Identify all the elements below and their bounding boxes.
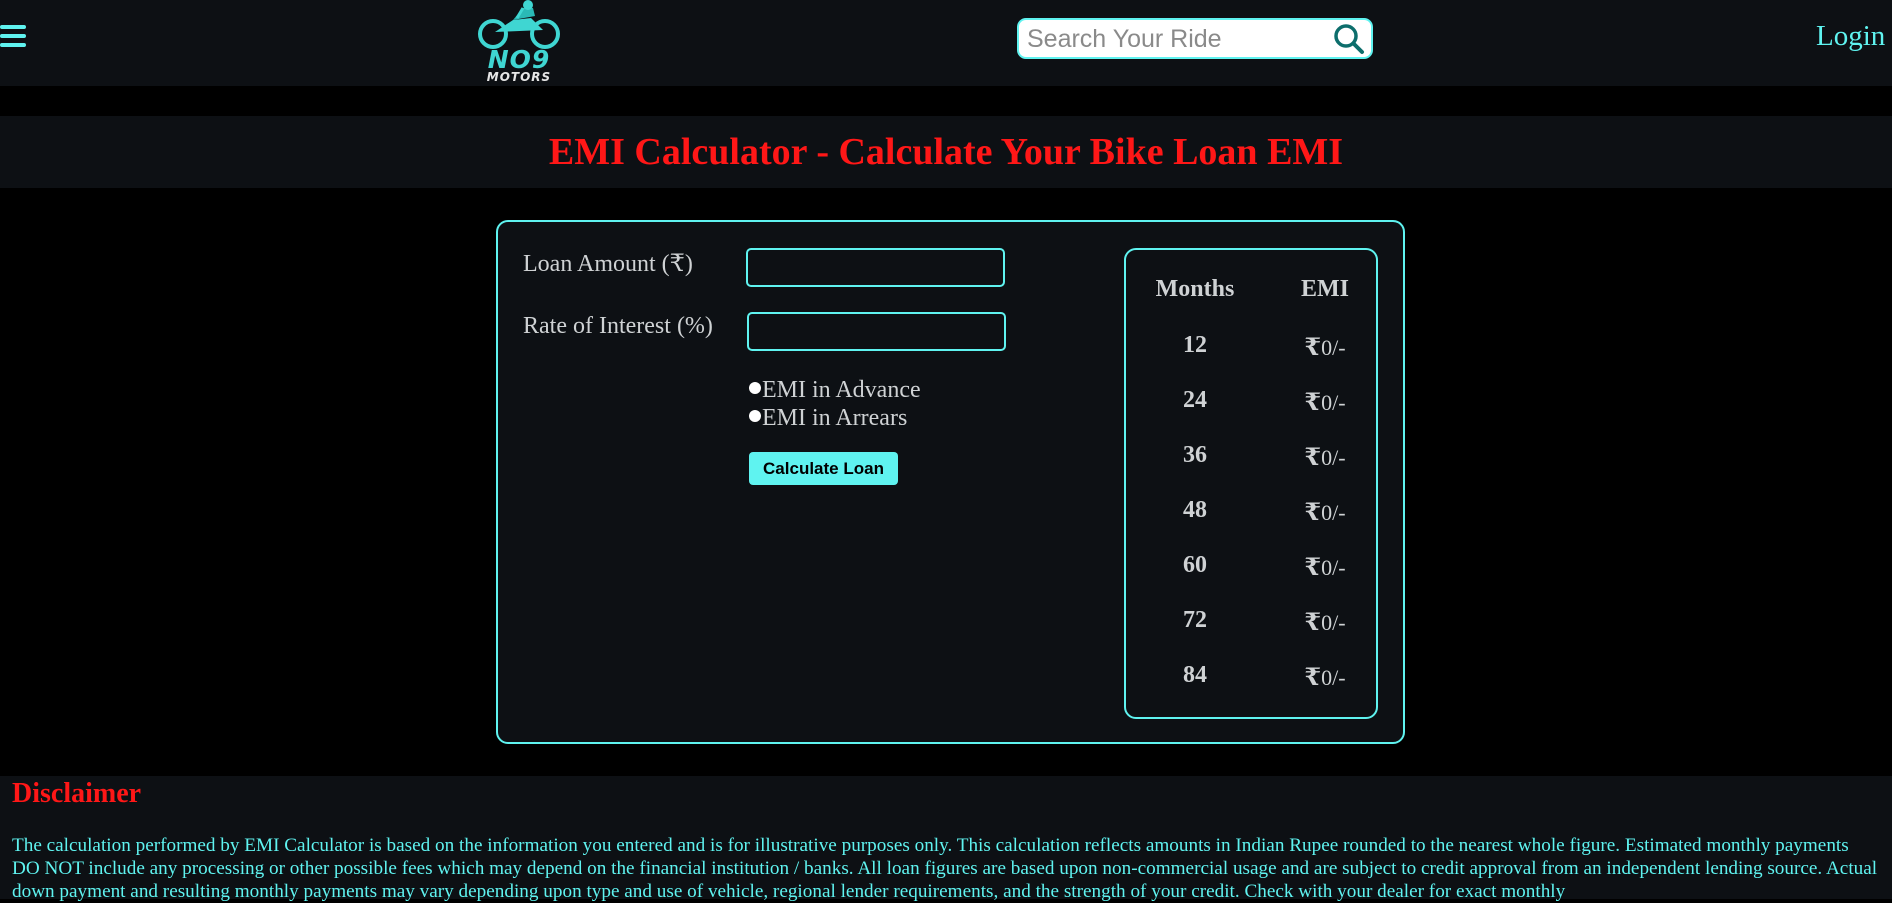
table-row-months: 12 bbox=[1183, 332, 1207, 358]
rupee-symbol: ₹ bbox=[1304, 335, 1322, 361]
table-row-months: 60 bbox=[1183, 552, 1207, 578]
table-row-emi: ₹0/- bbox=[1270, 607, 1380, 637]
table-row-emi: ₹0/- bbox=[1270, 662, 1380, 692]
logo-subtext: MOTORS bbox=[486, 70, 552, 84]
disclaimer-text: The calculation performed by EMI Calcula… bbox=[12, 835, 1878, 902]
emi-value: 0/- bbox=[1321, 555, 1346, 580]
rupee-symbol: ₹ bbox=[1304, 500, 1322, 526]
hamburger-menu-icon[interactable] bbox=[0, 25, 26, 51]
table-row-months: 48 bbox=[1183, 497, 1207, 523]
loan-amount-label: Loan Amount (₹) bbox=[523, 251, 693, 277]
logo-text: NO9 bbox=[487, 45, 551, 74]
emi-value: 0/- bbox=[1321, 500, 1346, 525]
rupee-symbol: ₹ bbox=[1304, 390, 1322, 416]
rupee-symbol: ₹ bbox=[1304, 610, 1322, 636]
search-box bbox=[1017, 18, 1373, 59]
months-column-header: Months bbox=[1155, 276, 1235, 302]
radio-arrears[interactable] bbox=[749, 410, 761, 423]
search-input[interactable] bbox=[1025, 24, 1329, 55]
table-row-emi: ₹0/- bbox=[1270, 442, 1380, 472]
rate-of-interest-label: Rate of Interest (%) bbox=[523, 313, 713, 339]
emi-in-arrears-label: EMI in Arrears bbox=[762, 405, 908, 431]
search-icon[interactable] bbox=[1333, 23, 1365, 55]
emi-column-header: EMI bbox=[1301, 276, 1349, 302]
motorcycle-rider-icon bbox=[478, 0, 560, 49]
table-row-months: 24 bbox=[1183, 387, 1207, 413]
rate-of-interest-input[interactable] bbox=[747, 312, 1006, 351]
emi-value: 0/- bbox=[1321, 335, 1346, 360]
table-row-months: 36 bbox=[1183, 442, 1207, 468]
emi-in-advance-option[interactable]: EMI in Advance bbox=[749, 377, 921, 404]
table-row-months: 84 bbox=[1183, 662, 1207, 688]
emi-results-table: Months EMI 12 ₹0/- 24 ₹0/- 36 ₹0/- 48 ₹0… bbox=[1124, 248, 1378, 719]
table-row-emi: ₹0/- bbox=[1270, 332, 1380, 362]
calculate-loan-button[interactable]: Calculate Loan bbox=[749, 452, 898, 485]
emi-value: 0/- bbox=[1321, 665, 1346, 690]
rupee-symbol: ₹ bbox=[1304, 445, 1322, 471]
rupee-symbol: ₹ bbox=[1304, 555, 1322, 581]
login-link[interactable]: Login bbox=[1816, 20, 1885, 53]
page-title: EMI Calculator - Calculate Your Bike Loa… bbox=[548, 131, 1344, 173]
emi-value: 0/- bbox=[1321, 610, 1346, 635]
rupee-symbol: ₹ bbox=[1304, 665, 1322, 691]
brand-logo[interactable]: NO9 MOTORS bbox=[473, 0, 565, 86]
loan-amount-input[interactable] bbox=[746, 248, 1005, 287]
table-row-emi: ₹0/- bbox=[1270, 387, 1380, 417]
emi-value: 0/- bbox=[1321, 445, 1346, 470]
disclaimer-section: Disclaimer The calculation performed by … bbox=[0, 776, 1892, 902]
title-banner: EMI Calculator - Calculate Your Bike Loa… bbox=[0, 116, 1892, 188]
emi-calculator-card: Loan Amount (₹) Rate of Interest (%) EMI… bbox=[496, 220, 1405, 744]
emi-in-advance-label: EMI in Advance bbox=[762, 377, 921, 403]
emi-value: 0/- bbox=[1321, 390, 1346, 415]
table-row-months: 72 bbox=[1183, 607, 1207, 633]
disclaimer-title: Disclaimer bbox=[12, 778, 142, 809]
table-row-emi: ₹0/- bbox=[1270, 552, 1380, 582]
radio-advance[interactable] bbox=[749, 382, 761, 395]
table-row-emi: ₹0/- bbox=[1270, 497, 1380, 527]
top-navbar: NO9 MOTORS Login bbox=[0, 0, 1892, 86]
emi-in-arrears-option[interactable]: EMI in Arrears bbox=[749, 405, 907, 432]
